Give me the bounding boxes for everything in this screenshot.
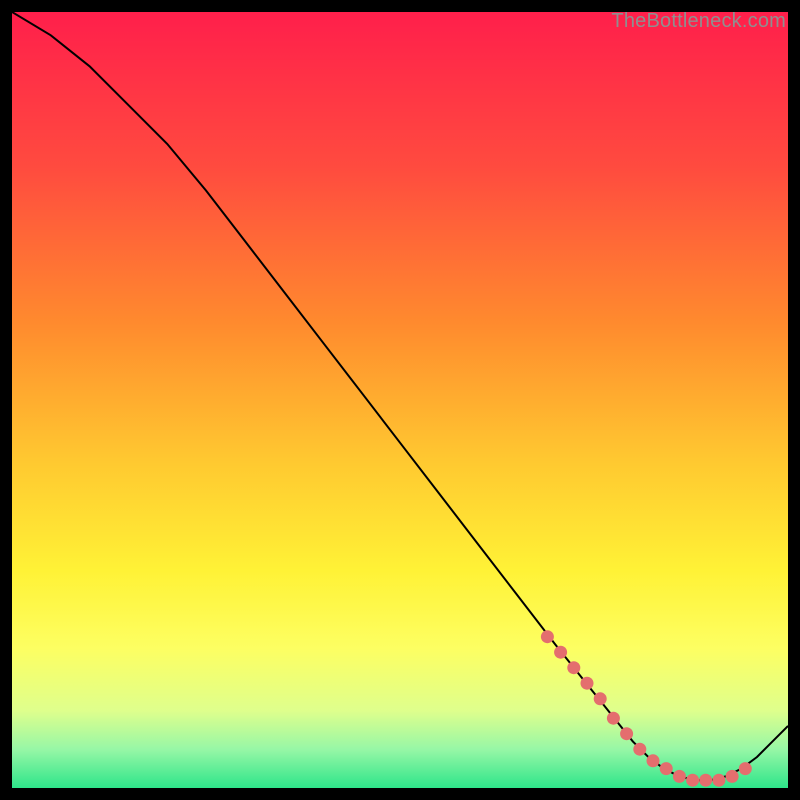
watermark-text: TheBottleneck.com — [611, 10, 786, 33]
plot-area — [12, 12, 788, 788]
highlight-dot — [739, 762, 752, 775]
highlight-dot — [660, 762, 673, 775]
highlight-dot — [620, 727, 633, 740]
highlight-dot — [726, 770, 739, 783]
highlight-dot — [581, 677, 594, 690]
highlight-dot — [673, 770, 686, 783]
highlight-dot — [712, 774, 725, 787]
gradient-background — [12, 12, 788, 788]
highlight-dot — [541, 630, 554, 643]
highlight-dot — [594, 692, 607, 705]
chart-stage: TheBottleneck.com — [0, 0, 800, 800]
highlight-dot — [633, 743, 646, 756]
plot-svg — [12, 12, 788, 788]
highlight-dot — [647, 754, 660, 767]
highlight-dot — [686, 774, 699, 787]
highlight-dot — [607, 712, 620, 725]
highlight-dot — [699, 774, 712, 787]
highlight-dot — [554, 646, 567, 659]
highlight-dot — [567, 661, 580, 674]
